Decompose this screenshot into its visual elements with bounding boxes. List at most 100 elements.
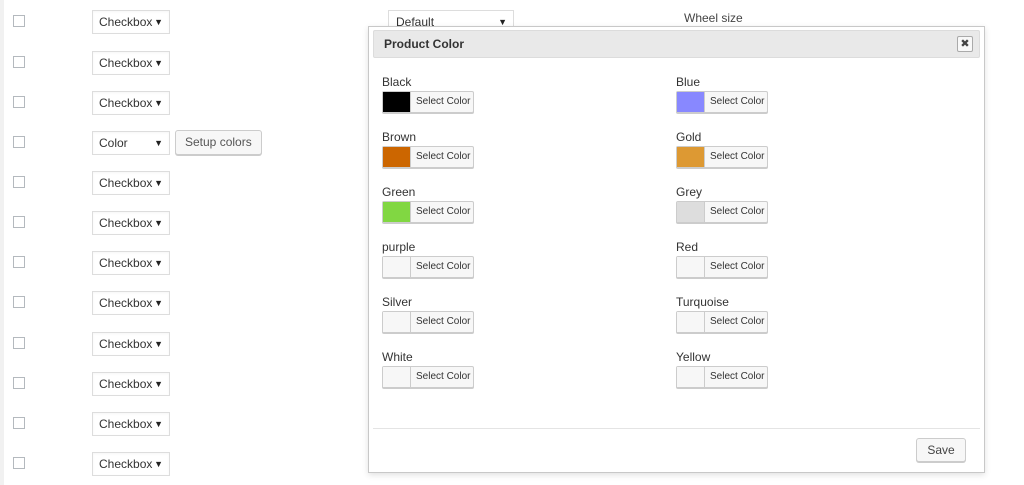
select-color-label: Select Color [710, 151, 765, 162]
type-select[interactable]: Checkbox ▼ [92, 291, 170, 315]
color-option: Green Select Color [382, 185, 502, 225]
select-color-button[interactable]: Select Color [676, 201, 768, 223]
footer-divider [373, 428, 980, 429]
color-name: Black [382, 75, 412, 89]
chevron-down-icon: ▼ [154, 58, 163, 68]
type-select[interactable]: Checkbox ▼ [92, 51, 170, 75]
chevron-down-icon: ▼ [154, 339, 163, 349]
color-name: Yellow [676, 350, 711, 364]
row-checkbox[interactable] [13, 96, 25, 108]
dialog-title: Product Color [384, 37, 464, 51]
color-swatch [677, 92, 705, 112]
select-color-button[interactable]: Select Color [676, 311, 768, 333]
color-option: Black Select Color [382, 75, 502, 115]
color-option: Yellow Select Color [676, 350, 796, 390]
color-name: Blue [676, 75, 701, 89]
row-checkbox[interactable] [13, 417, 25, 429]
color-swatch [677, 202, 705, 222]
row-checkbox[interactable] [13, 136, 25, 148]
select-color-label: Select Color [710, 206, 765, 217]
row-checkbox[interactable] [13, 216, 25, 228]
type-select[interactable]: Checkbox ▼ [92, 91, 170, 115]
type-select-value: Checkbox [99, 256, 153, 270]
color-name: Brown [382, 130, 417, 144]
select-color-button[interactable]: Select Color [382, 311, 474, 333]
chevron-down-icon: ▼ [154, 138, 163, 148]
select-color-button[interactable]: Select Color [676, 146, 768, 168]
color-name: White [382, 350, 413, 364]
select-color-label: Select Color [710, 371, 765, 382]
row-checkbox[interactable] [13, 296, 25, 308]
close-icon: ✖ [960, 38, 970, 50]
chevron-down-icon: ▼ [154, 258, 163, 268]
row-checkbox[interactable] [13, 256, 25, 268]
select-color-label: Select Color [416, 151, 471, 162]
select-color-button[interactable]: Select Color [382, 366, 474, 388]
type-select[interactable]: Checkbox ▼ [92, 452, 170, 476]
type-select[interactable]: Checkbox ▼ [92, 372, 170, 396]
select-color-label: Select Color [710, 261, 765, 272]
row-checkbox[interactable] [13, 457, 25, 469]
color-name: Gold [676, 130, 702, 144]
chevron-down-icon: ▼ [154, 17, 163, 27]
type-select-value: Checkbox [99, 296, 153, 310]
color-swatch [383, 367, 411, 387]
chevron-down-icon: ▼ [154, 379, 163, 389]
row-checkbox[interactable] [13, 337, 25, 349]
type-select-value: Checkbox [99, 417, 153, 431]
type-select[interactable]: Checkbox ▼ [92, 10, 170, 34]
type-select-value: Checkbox [99, 457, 153, 471]
select-color-button[interactable]: Select Color [676, 256, 768, 278]
row-checkbox[interactable] [13, 15, 25, 27]
select-color-label: Select Color [710, 316, 765, 327]
chevron-down-icon: ▼ [154, 218, 163, 228]
row-checkbox[interactable] [13, 377, 25, 389]
row-checkbox[interactable] [13, 56, 25, 68]
chevron-down-icon: ▼ [154, 419, 163, 429]
type-select-value: Checkbox [99, 15, 153, 29]
color-option: Grey Select Color [676, 185, 796, 225]
select-color-label: Select Color [416, 261, 471, 272]
type-select-value: Checkbox [99, 216, 153, 230]
select-color-button[interactable]: Select Color [382, 91, 474, 113]
type-select[interactable]: Checkbox ▼ [92, 171, 170, 195]
save-button[interactable]: Save [916, 438, 966, 462]
select-color-button[interactable]: Select Color [676, 91, 768, 113]
color-name: Turquoise [676, 295, 729, 309]
color-option: Red Select Color [676, 240, 796, 280]
chevron-down-icon: ▼ [154, 298, 163, 308]
type-select-value: Checkbox [99, 96, 153, 110]
color-swatch [383, 92, 411, 112]
select-color-button[interactable]: Select Color [382, 146, 474, 168]
select-color-label: Select Color [416, 371, 471, 382]
dialog-header: Product Color ✖ [373, 30, 980, 58]
color-option: Turquoise Select Color [676, 295, 796, 335]
product-color-dialog: Product Color ✖ Black Select Color Blue Sel… [368, 26, 985, 473]
type-select-value: Color [99, 136, 128, 150]
color-name: Silver [382, 295, 413, 309]
row-checkbox[interactable] [13, 176, 25, 188]
color-name: Red [676, 240, 699, 254]
color-swatch [383, 312, 411, 332]
close-button[interactable]: ✖ [957, 36, 973, 52]
setup-colors-button[interactable]: Setup colors [175, 130, 262, 155]
type-select[interactable]: Checkbox ▼ [92, 251, 170, 275]
type-select-value: Checkbox [99, 56, 153, 70]
type-select[interactable]: Checkbox ▼ [92, 211, 170, 235]
select-color-button[interactable]: Select Color [382, 201, 474, 223]
type-select[interactable]: Checkbox ▼ [92, 332, 170, 356]
color-option: Gold Select Color [676, 130, 796, 170]
select-color-label: Select Color [416, 206, 471, 217]
type-select[interactable]: Color ▼ [92, 131, 170, 155]
type-select[interactable]: Checkbox ▼ [92, 412, 170, 436]
color-name: Grey [676, 185, 703, 199]
select-color-button[interactable]: Select Color [382, 256, 474, 278]
color-option: purple Select Color [382, 240, 502, 280]
select-color-label: Select Color [416, 96, 471, 107]
select-color-button[interactable]: Select Color [676, 366, 768, 388]
color-swatch [677, 147, 705, 167]
color-swatch [383, 202, 411, 222]
color-option: Brown Select Color [382, 130, 502, 170]
color-option: Blue Select Color [676, 75, 796, 115]
color-name: Green [382, 185, 416, 199]
